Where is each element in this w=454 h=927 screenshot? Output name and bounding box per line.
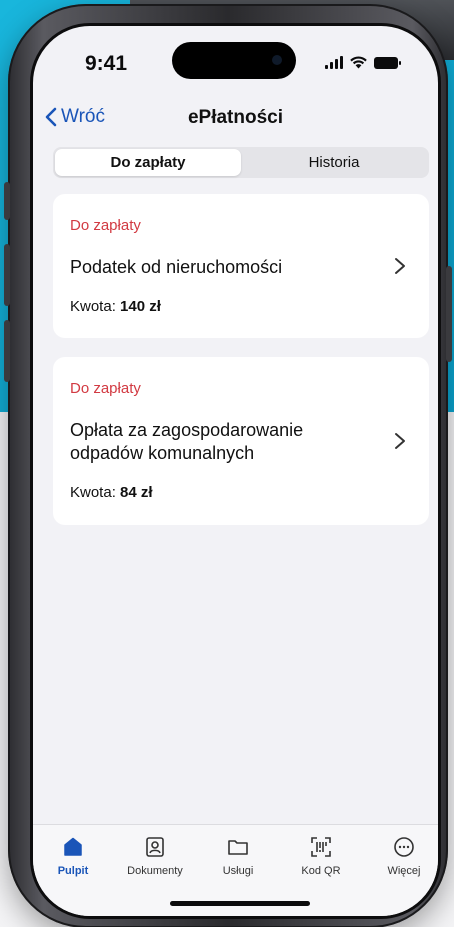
tab-label: Pulpit bbox=[57, 865, 89, 877]
payment-title: Opłata za zagospodarowanie odpadów komun… bbox=[70, 420, 304, 463]
tab-historia[interactable]: Historia bbox=[241, 149, 427, 176]
qr-scan-icon bbox=[311, 837, 331, 857]
chevron-right-icon bbox=[395, 258, 405, 274]
tab-uslugi[interactable]: Usługi bbox=[198, 835, 278, 877]
phone-screen: 9:41 Wróć ePłatności Do zapłaty Historia… bbox=[30, 23, 441, 919]
payment-status: Do zapłaty bbox=[70, 217, 141, 234]
volume-up-button bbox=[4, 244, 10, 306]
home-icon bbox=[64, 837, 82, 856]
tab-label: Usługi bbox=[222, 865, 254, 877]
tab-wiecej[interactable]: Więcej bbox=[364, 835, 438, 877]
document-icon bbox=[146, 837, 164, 857]
status-icons bbox=[325, 56, 401, 69]
battery-icon bbox=[374, 56, 401, 69]
amount-label: Kwota: bbox=[70, 298, 116, 315]
more-icon bbox=[394, 837, 414, 857]
signal-icon bbox=[325, 56, 343, 69]
camera-icon bbox=[272, 55, 282, 65]
amount-label: Kwota: bbox=[70, 484, 116, 501]
payment-card[interactable]: Do zapłaty Opłata za zagospodarowanie od… bbox=[53, 357, 429, 525]
payment-amount: Kwota: 84 zł bbox=[70, 484, 153, 501]
status-bar: 9:41 bbox=[33, 26, 438, 90]
dynamic-island bbox=[172, 42, 296, 79]
status-time: 9:41 bbox=[85, 52, 128, 75]
payment-status: Do zapłaty bbox=[70, 380, 141, 397]
payment-title: Podatek od nieruchomości bbox=[70, 257, 283, 277]
segmented-control: Do zapłaty Historia bbox=[53, 147, 429, 178]
mute-switch bbox=[4, 182, 10, 220]
payment-card[interactable]: Do zapłaty Podatek od nieruchomości Kwot… bbox=[53, 194, 429, 338]
tab-do-zaplaty[interactable]: Do zapłaty bbox=[55, 149, 241, 176]
power-button bbox=[446, 266, 452, 362]
tab-kod-qr[interactable]: Kod QR bbox=[281, 835, 361, 877]
tab-dokumenty[interactable]: Dokumenty bbox=[115, 835, 195, 877]
tab-label: Więcej bbox=[387, 865, 421, 877]
wifi-icon bbox=[350, 56, 367, 69]
amount-value: 140 zł bbox=[120, 298, 161, 315]
navigation-bar: Wróć ePłatności bbox=[33, 106, 438, 136]
page-title: ePłatności bbox=[187, 107, 284, 128]
folder-icon bbox=[228, 840, 248, 855]
tab-label: Kod QR bbox=[301, 865, 341, 877]
tab-pulpit[interactable]: Pulpit bbox=[33, 835, 113, 877]
chevron-right-icon bbox=[395, 433, 405, 449]
amount-value: 84 zł bbox=[120, 484, 153, 501]
payment-amount: Kwota: 140 zł bbox=[70, 298, 161, 315]
home-indicator bbox=[170, 901, 310, 906]
tab-label: Dokumenty bbox=[127, 865, 183, 877]
volume-down-button bbox=[4, 320, 10, 382]
